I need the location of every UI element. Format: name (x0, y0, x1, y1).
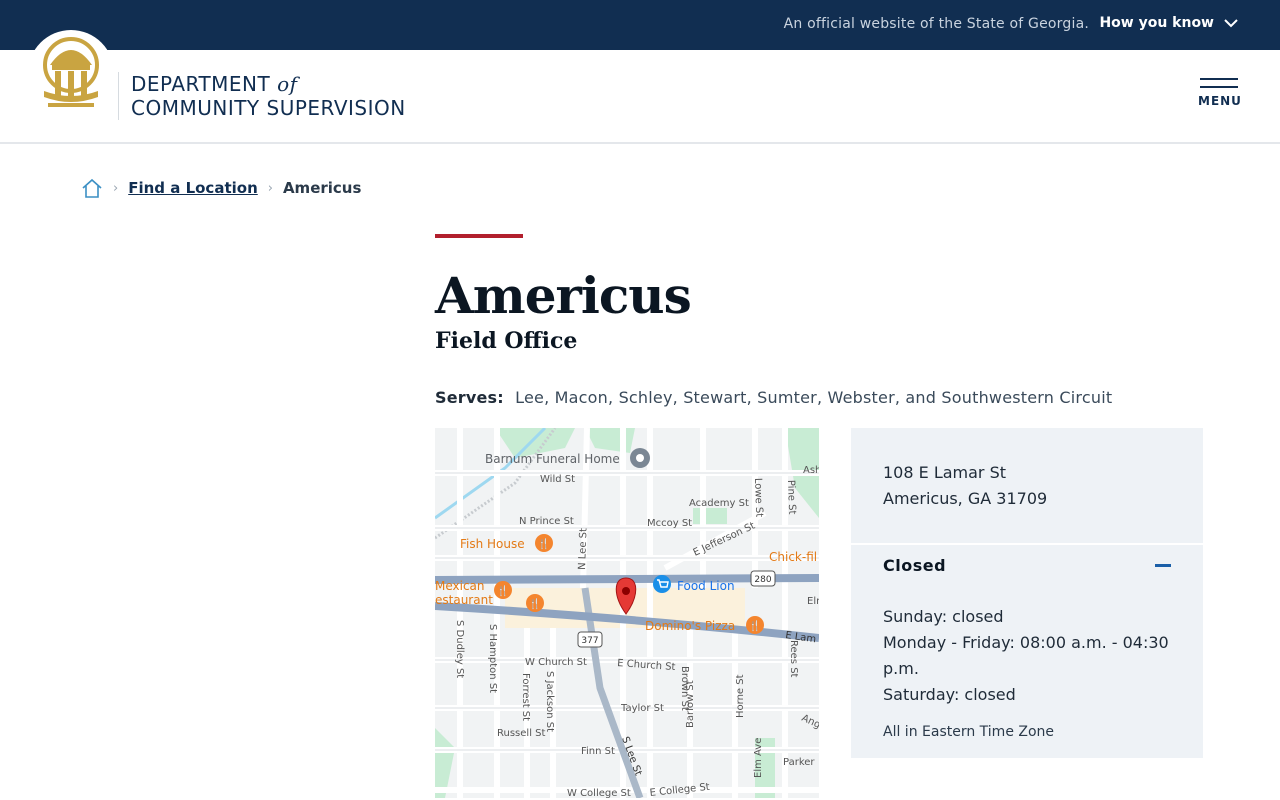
home-icon[interactable] (81, 177, 103, 199)
shopping-cart-marker-icon[interactable] (653, 575, 671, 593)
breadcrumb-find-location[interactable]: Find a Location (128, 179, 258, 197)
poi-label: Fish House (460, 537, 525, 551)
hours-saturday: Saturday: closed (883, 685, 1016, 704)
how-you-know-button[interactable]: How you know (1099, 15, 1238, 31)
restaurant-marker-icon[interactable]: 🍴 (526, 594, 544, 612)
map-label: Russell St (497, 728, 545, 739)
header-divider (118, 72, 119, 120)
hours-weekday: Monday - Friday: 08:00 a.m. - 04:30 p.m. (883, 633, 1169, 678)
address: 108 E Lamar St Americus, GA 31709 (883, 460, 1047, 512)
collapse-minus-icon[interactable] (1155, 564, 1171, 567)
map-label: Finn St (581, 746, 615, 757)
poi-label: Domino's Pizza (645, 619, 735, 633)
poi-label: Chick-fil (769, 550, 817, 564)
map-label: Pine St (785, 480, 797, 515)
poi-label: Mexican (435, 579, 485, 593)
poi-label: Barnum Funeral Home (485, 452, 620, 466)
dept-line2: COMMUNITY SUPERVISION (131, 96, 406, 120)
svg-text:🍴: 🍴 (497, 584, 509, 597)
department-name[interactable]: DEPARTMENT of COMMUNITY SUPERVISION (131, 72, 406, 120)
accent-bar (435, 234, 523, 238)
map-canvas[interactable]: 280 377 Wild St Academy St N Prince St M… (435, 428, 819, 798)
map-label: N Lee St (577, 528, 589, 570)
route-377-label: 377 (581, 636, 598, 646)
official-text: An official website of the State of Geor… (783, 16, 1089, 32)
hours-list: Sunday: closed Monday - Friday: 08:00 a.… (883, 604, 1183, 708)
map-label: Elm (807, 596, 819, 607)
map-label: S Jackson St (544, 671, 555, 732)
site-header: DEPARTMENT of COMMUNITY SUPERVISION MENU (0, 30, 1280, 144)
restaurant-marker-icon[interactable]: 🍴 (746, 616, 764, 634)
map-label: S Dudley St (454, 620, 465, 678)
serves-value: Lee, Macon, Schley, Stewart, Sumter, Web… (515, 388, 1113, 407)
page-title: Americus (435, 266, 692, 325)
menu-button[interactable]: MENU (1198, 78, 1242, 108)
dept-of: of (277, 72, 298, 96)
chevron-right-icon: › (113, 180, 119, 196)
map-label: Forrest St (520, 673, 531, 721)
breadcrumb-current: Americus (282, 179, 362, 197)
restaurant-marker-icon[interactable]: 🍴 (494, 581, 512, 599)
map-label: Taylor St (620, 703, 664, 714)
map-label: W College St (567, 788, 631, 798)
map-label: Parker (783, 757, 815, 768)
funeral-home-marker-icon[interactable] (630, 448, 650, 468)
hours-sunday: Sunday: closed (883, 607, 1004, 626)
georgia-seal-logo[interactable] (28, 30, 114, 116)
map-label: Wild St (540, 474, 575, 485)
poi-label: estaurant (435, 593, 493, 607)
map-label: Rees St (788, 640, 799, 678)
page-subtitle: Field Office (435, 328, 578, 354)
official-banner: An official website of the State of Geor… (0, 0, 1280, 50)
map-label: Elm Ave (753, 738, 764, 778)
how-you-know-label: How you know (1099, 15, 1214, 31)
svg-text:🍴: 🍴 (749, 619, 761, 632)
serves-line: Serves: Lee, Macon, Schley, Stewart, Sum… (435, 388, 1112, 407)
hamburger-icon (1200, 78, 1238, 80)
restaurant-marker-icon[interactable]: 🍴 (535, 534, 553, 552)
panel-divider (851, 543, 1203, 545)
route-280-label: 280 (754, 575, 771, 585)
menu-label: MENU (1198, 94, 1242, 108)
timezone-note: All in Eastern Time Zone (883, 724, 1055, 740)
map-label: Lowe St (752, 478, 764, 518)
svg-text:🍴: 🍴 (529, 597, 541, 610)
address-line2: Americus, GA 31709 (883, 489, 1048, 508)
chevron-right-icon: › (267, 180, 273, 196)
address-line1: 108 E Lamar St (883, 463, 1007, 482)
map-label: W Church St (525, 657, 587, 668)
dept-line1: DEPARTMENT (131, 72, 271, 96)
chevron-down-icon (1224, 19, 1238, 28)
location-map[interactable]: 280 377 Wild St Academy St N Prince St M… (435, 428, 819, 798)
map-label: Barlow St (685, 680, 696, 728)
map-label: S Hampton St (487, 624, 498, 693)
location-info-panel: 108 E Lamar St Americus, GA 31709 Closed… (851, 428, 1203, 758)
svg-text:🍴: 🍴 (538, 537, 550, 550)
status-toggle[interactable]: Closed (883, 556, 946, 575)
serves-label: Serves: (435, 388, 504, 407)
seal-icon (43, 37, 99, 107)
map-label: Ash (803, 465, 819, 476)
map-label: Academy St (689, 498, 749, 509)
breadcrumb: › Find a Location › Americus (81, 177, 361, 199)
poi-label: Food Lion (677, 579, 735, 593)
map-label: Mccoy St (647, 518, 692, 529)
hamburger-icon-bar (1200, 86, 1238, 88)
map-label: Horne St (735, 674, 746, 718)
map-label: N Prince St (519, 516, 574, 527)
